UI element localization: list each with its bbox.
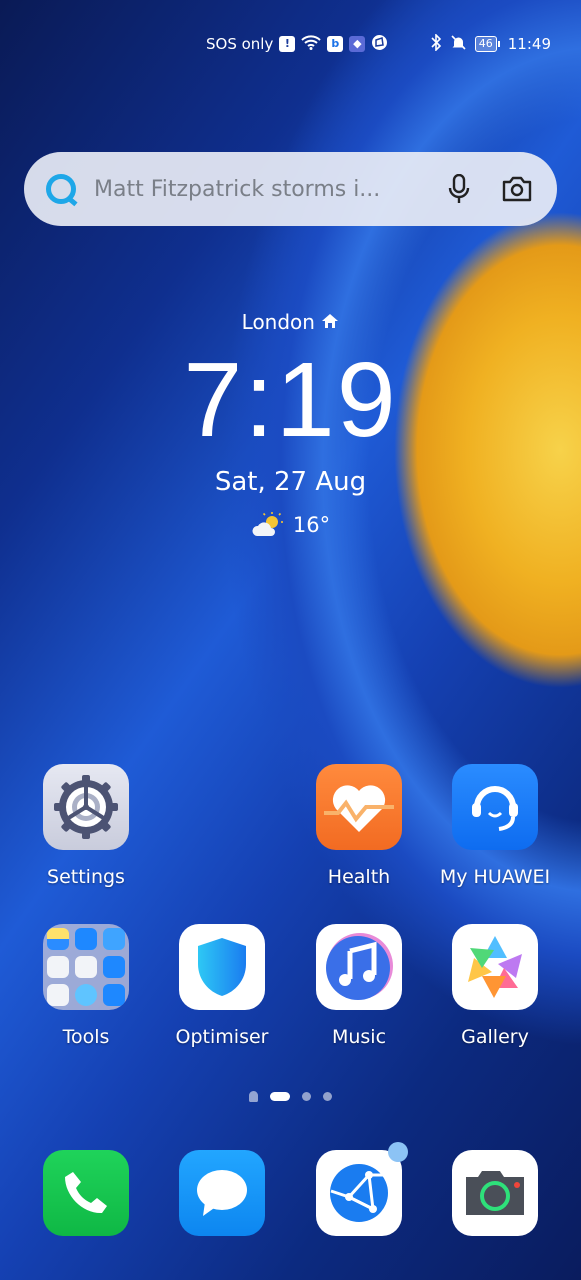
app-settings[interactable]: Settings (30, 764, 142, 888)
shield-icon (179, 924, 265, 1010)
status-bar-left: SOS only ! b ◆ (206, 32, 388, 56)
folder-icon (43, 924, 129, 1010)
home-icon (322, 314, 339, 328)
music-note-icon (316, 924, 402, 1010)
camera-app-icon (452, 1150, 538, 1236)
clock-date[interactable]: Sat, 27 Aug (0, 467, 581, 497)
app-health[interactable]: Health (303, 764, 415, 888)
partly-cloudy-icon (252, 512, 283, 536)
dock-browser[interactable] (303, 1142, 415, 1236)
clock-time[interactable]: 7:19 (0, 340, 581, 461)
battery-level: 46 (474, 36, 497, 52)
message-bubble-icon (179, 1150, 265, 1236)
wifi-icon (301, 34, 322, 54)
battery-icon: 46 (474, 36, 500, 52)
app-label: Health (327, 866, 391, 888)
app-notification-icon: ◆ (349, 36, 366, 52)
clock-widget-city[interactable]: London (0, 310, 581, 334)
app-label: Settings (47, 866, 125, 888)
carrier-text: SOS only (206, 35, 274, 53)
app-music[interactable]: Music (303, 924, 415, 1048)
alert-icon: ! (279, 36, 296, 52)
page-dot-active[interactable] (270, 1092, 290, 1101)
voice-search-button[interactable] (441, 171, 477, 207)
city-label: London (241, 310, 315, 334)
app-my-huawei[interactable]: My HUAWEI (439, 764, 551, 888)
camera-icon (502, 176, 532, 202)
app-gallery[interactable]: Gallery (439, 924, 551, 1048)
page-dot[interactable] (323, 1092, 332, 1101)
mute-icon (450, 34, 467, 55)
search-bar[interactable]: Matt Fitzpatrick storms i... (24, 152, 557, 226)
browser-notification-icon (371, 34, 388, 55)
gallery-petals-icon (452, 924, 538, 1010)
dock-phone[interactable] (30, 1150, 142, 1236)
search-logo-icon (46, 174, 76, 204)
dock-camera[interactable] (439, 1150, 551, 1236)
phone-icon (43, 1150, 129, 1236)
app-label: Music (331, 1026, 387, 1048)
weather-widget[interactable]: 16° (0, 512, 581, 538)
dock-messaging[interactable] (166, 1150, 278, 1236)
status-time: 11:49 (507, 35, 551, 53)
app-label: Optimiser (175, 1026, 269, 1048)
microphone-icon (448, 174, 470, 203)
support-agent-icon (452, 764, 538, 850)
page-indicator[interactable] (0, 1091, 581, 1102)
notification-badge (388, 1142, 408, 1162)
health-icon (316, 764, 402, 850)
browser-globe-icon (316, 1142, 408, 1236)
page-dot[interactable] (302, 1092, 311, 1101)
hiboard-page-icon[interactable] (249, 1091, 258, 1102)
status-bar-right: 46 11:49 (430, 32, 551, 56)
bluetooth-icon (430, 32, 442, 55)
bing-icon: b (327, 36, 344, 52)
app-label: Gallery (461, 1026, 529, 1048)
app-label: Tools (62, 1026, 110, 1048)
temperature: 16° (292, 513, 331, 537)
app-optimiser[interactable]: Optimiser (166, 924, 278, 1048)
search-input[interactable]: Matt Fitzpatrick storms i... (94, 177, 419, 202)
app-label: My HUAWEI (439, 866, 551, 888)
folder-tools[interactable]: Tools (30, 924, 142, 1048)
settings-icon (43, 764, 129, 850)
camera-search-button[interactable] (499, 171, 535, 207)
